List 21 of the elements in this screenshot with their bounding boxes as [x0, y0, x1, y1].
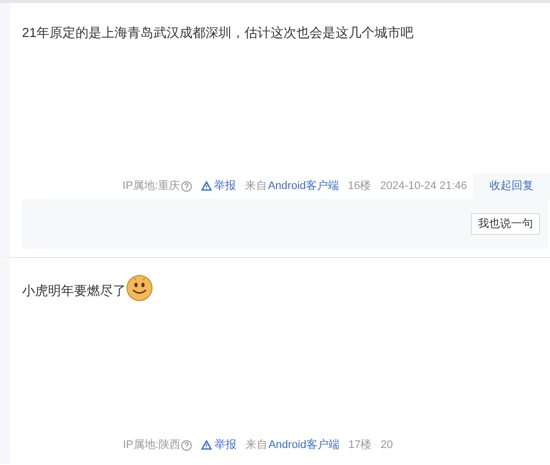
client-link[interactable]: Android客户端 — [268, 436, 340, 454]
post-time: 20 — [380, 438, 393, 453]
warning-icon — [201, 440, 212, 450]
help-icon[interactable] — [181, 440, 192, 450]
source-label: 来自 — [245, 438, 268, 453]
collapse-replies-tab[interactable]: 收起回复 — [473, 173, 550, 199]
ip-location: IP属地:陕西 — [123, 438, 180, 453]
client-link[interactable]: Android客户端 — [268, 178, 339, 194]
floor-number: 17楼 — [348, 438, 372, 453]
report-link[interactable]: 举报 — [201, 436, 236, 454]
help-icon[interactable] — [180, 180, 192, 192]
ip-location: IP属地:重庆 — [122, 178, 180, 194]
smiley-icon — [126, 274, 153, 301]
warning-icon — [200, 181, 212, 191]
source-label: 来自 — [244, 178, 267, 194]
reply-button[interactable]: 我也说一句 — [471, 213, 540, 235]
post-text: 21年原定的是上海青岛武汉成都深圳，估计这次也会是这几个城市吧 — [22, 24, 414, 42]
post-time: 2024-10-24 21:46 — [380, 178, 467, 194]
floor-number: 16楼 — [348, 178, 372, 194]
report-link[interactable]: 举报 — [200, 178, 236, 194]
post-text: 小虎明年要燃尽了 — [22, 282, 126, 300]
